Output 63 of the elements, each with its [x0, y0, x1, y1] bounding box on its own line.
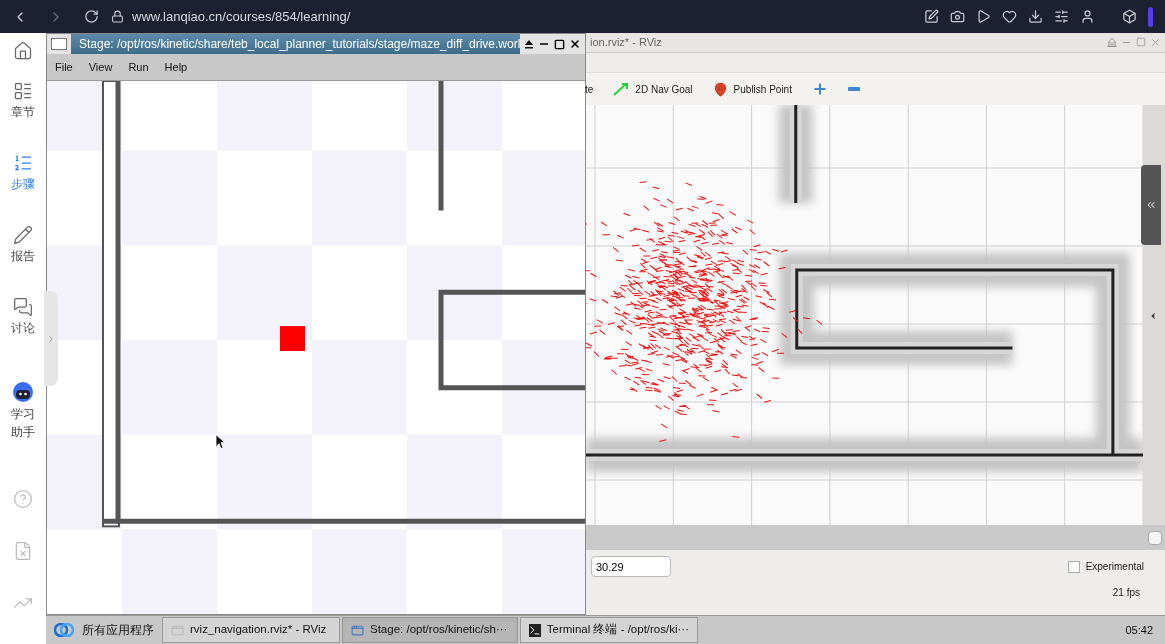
collapse-arrow-icon[interactable]	[1148, 311, 1158, 321]
pencil-icon	[13, 225, 33, 245]
document-icon	[13, 541, 33, 561]
window-title: ion.rviz* - RViz	[589, 35, 662, 51]
close-icon[interactable]	[569, 38, 581, 50]
cube-icon[interactable]	[1122, 9, 1137, 24]
plus-icon	[811, 81, 828, 97]
window-icon	[351, 623, 364, 637]
url-field[interactable]: www.lanqiao.cn/courses/854/learning/	[132, 6, 351, 27]
time-field[interactable]: 30.29	[591, 556, 671, 577]
fps-label: 21 fps	[1112, 586, 1140, 600]
toolbar-button[interactable]	[847, 87, 860, 91]
side-indicator	[1148, 6, 1153, 27]
window-icon	[51, 38, 67, 50]
sidebar-item[interactable]: 讨论	[2, 297, 44, 337]
robot-icon	[12, 381, 34, 403]
sidebar-item[interactable]: 学习助手	[2, 381, 44, 441]
window-title: Stage: /opt/ros/kinetic/share/teb_local_planner_tutorials/stage/maze_diff_drive.worl	[71, 34, 520, 54]
maximize-icon[interactable]	[554, 38, 565, 50]
sidebar-item[interactable]: 步骤	[2, 153, 44, 193]
list-icon	[13, 81, 33, 101]
minus-icon	[847, 87, 860, 91]
double-chevron-icon	[1145, 199, 1157, 211]
logo-icon	[54, 623, 74, 637]
menu-item[interactable]: Help	[164, 58, 188, 76]
toolbar-button[interactable]: 2D Nav Goal	[613, 81, 693, 97]
heart-icon[interactable]	[1002, 9, 1017, 24]
eject-icon[interactable]	[524, 39, 534, 49]
menu-item[interactable]: Run	[128, 58, 149, 76]
toolbar-button[interactable]	[811, 81, 828, 97]
play-icon[interactable]	[976, 9, 991, 24]
numbered-list-icon	[13, 153, 33, 173]
home-icon	[13, 41, 33, 61]
arrow-icon	[613, 82, 630, 96]
taskbar-item[interactable]: Terminal 终端 - /opt/ros/ki···	[520, 617, 698, 643]
download-icon[interactable]	[1028, 9, 1043, 24]
lock-icon	[111, 10, 124, 23]
help-icon	[13, 489, 33, 509]
menu-item[interactable]: File	[55, 58, 73, 76]
checkbox-label: Experimental	[1085, 560, 1144, 574]
start-button[interactable]: 所有应用程序	[46, 616, 162, 644]
taskbar-item[interactable]: rviz_navigation.rviz* - RViz	[162, 617, 340, 643]
menu-item[interactable]: View	[88, 58, 113, 76]
cursor-icon	[215, 434, 226, 449]
robot	[280, 326, 305, 351]
map-pin-icon	[712, 81, 728, 97]
reload-icon[interactable]	[84, 9, 99, 24]
clock: 05:42	[1125, 622, 1153, 638]
user-icon[interactable]	[1080, 9, 1095, 24]
toolbar-button[interactable]: te	[585, 81, 594, 97]
settings-icon[interactable]	[1054, 9, 1069, 24]
collapse-handle[interactable]	[44, 291, 58, 386]
chat-icon	[13, 297, 33, 317]
edit-icon[interactable]	[924, 9, 939, 24]
app-icon	[171, 623, 184, 637]
sidebar-item[interactable]: 报告	[2, 225, 44, 265]
sidebar-item[interactable]: 章节	[2, 81, 44, 121]
panel-toggle[interactable]	[1141, 165, 1161, 245]
checkbox[interactable]	[1067, 560, 1080, 573]
terminal-icon	[529, 623, 541, 637]
toolbar-button[interactable]: Publish Point	[712, 81, 792, 97]
camera-icon[interactable]	[950, 9, 965, 24]
taskbar-item[interactable]: Stage: /opt/ros/kinetic/sh···	[342, 617, 518, 643]
